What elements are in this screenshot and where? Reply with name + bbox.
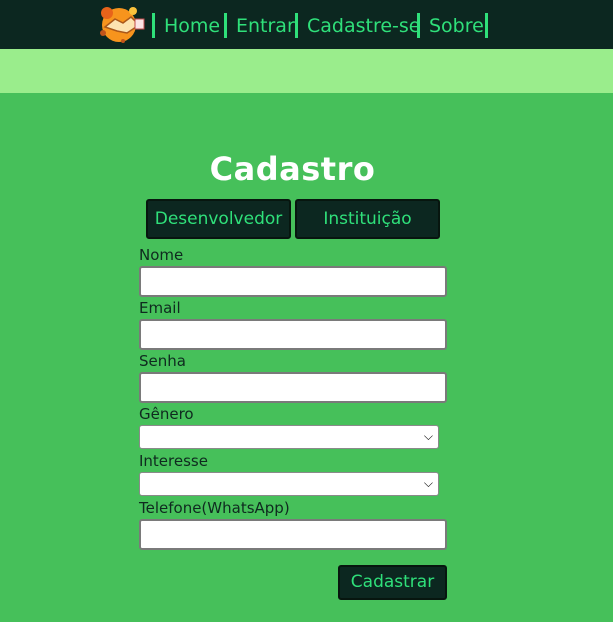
interesse-select[interactable]: ⌵ [139, 472, 439, 496]
telefone-label: Telefone(WhatsApp) [139, 499, 290, 517]
telefone-field[interactable] [139, 519, 447, 550]
nav-separator [417, 13, 420, 38]
page-title: Cadastro [209, 150, 376, 188]
chevron-down-icon: ⌵ [423, 429, 433, 443]
cadastrar-button[interactable]: Cadastrar [338, 565, 447, 600]
nav-separator [152, 13, 155, 38]
genero-select[interactable]: ⌵ [139, 425, 439, 449]
senha-label: Senha [139, 352, 186, 370]
genero-label: Gênero [139, 405, 194, 423]
nome-field[interactable] [139, 266, 447, 297]
nav-separator [224, 13, 227, 38]
nav-sobre-link[interactable]: Sobre [429, 12, 484, 40]
interesse-label: Interesse [139, 452, 208, 470]
nav-separator [295, 13, 298, 38]
tab-desenvolvedor[interactable]: Desenvolvedor [146, 199, 291, 239]
top-navbar: Home Entrar Cadastre-se Sobre [0, 0, 613, 49]
email-label: Email [139, 299, 181, 317]
nav-cadastre-link[interactable]: Cadastre-se [307, 12, 421, 40]
banner-strip [0, 49, 613, 93]
chevron-down-icon: ⌵ [423, 476, 433, 490]
nav-home-link[interactable]: Home [164, 12, 220, 40]
nav-entrar-link[interactable]: Entrar [236, 12, 295, 40]
nome-label: Nome [139, 246, 184, 264]
tab-instituicao[interactable]: Instituição [295, 199, 440, 239]
handshake-globe-logo-icon[interactable] [97, 3, 147, 45]
senha-field[interactable] [139, 372, 447, 403]
email-field[interactable] [139, 319, 447, 350]
nav-separator [485, 13, 488, 38]
